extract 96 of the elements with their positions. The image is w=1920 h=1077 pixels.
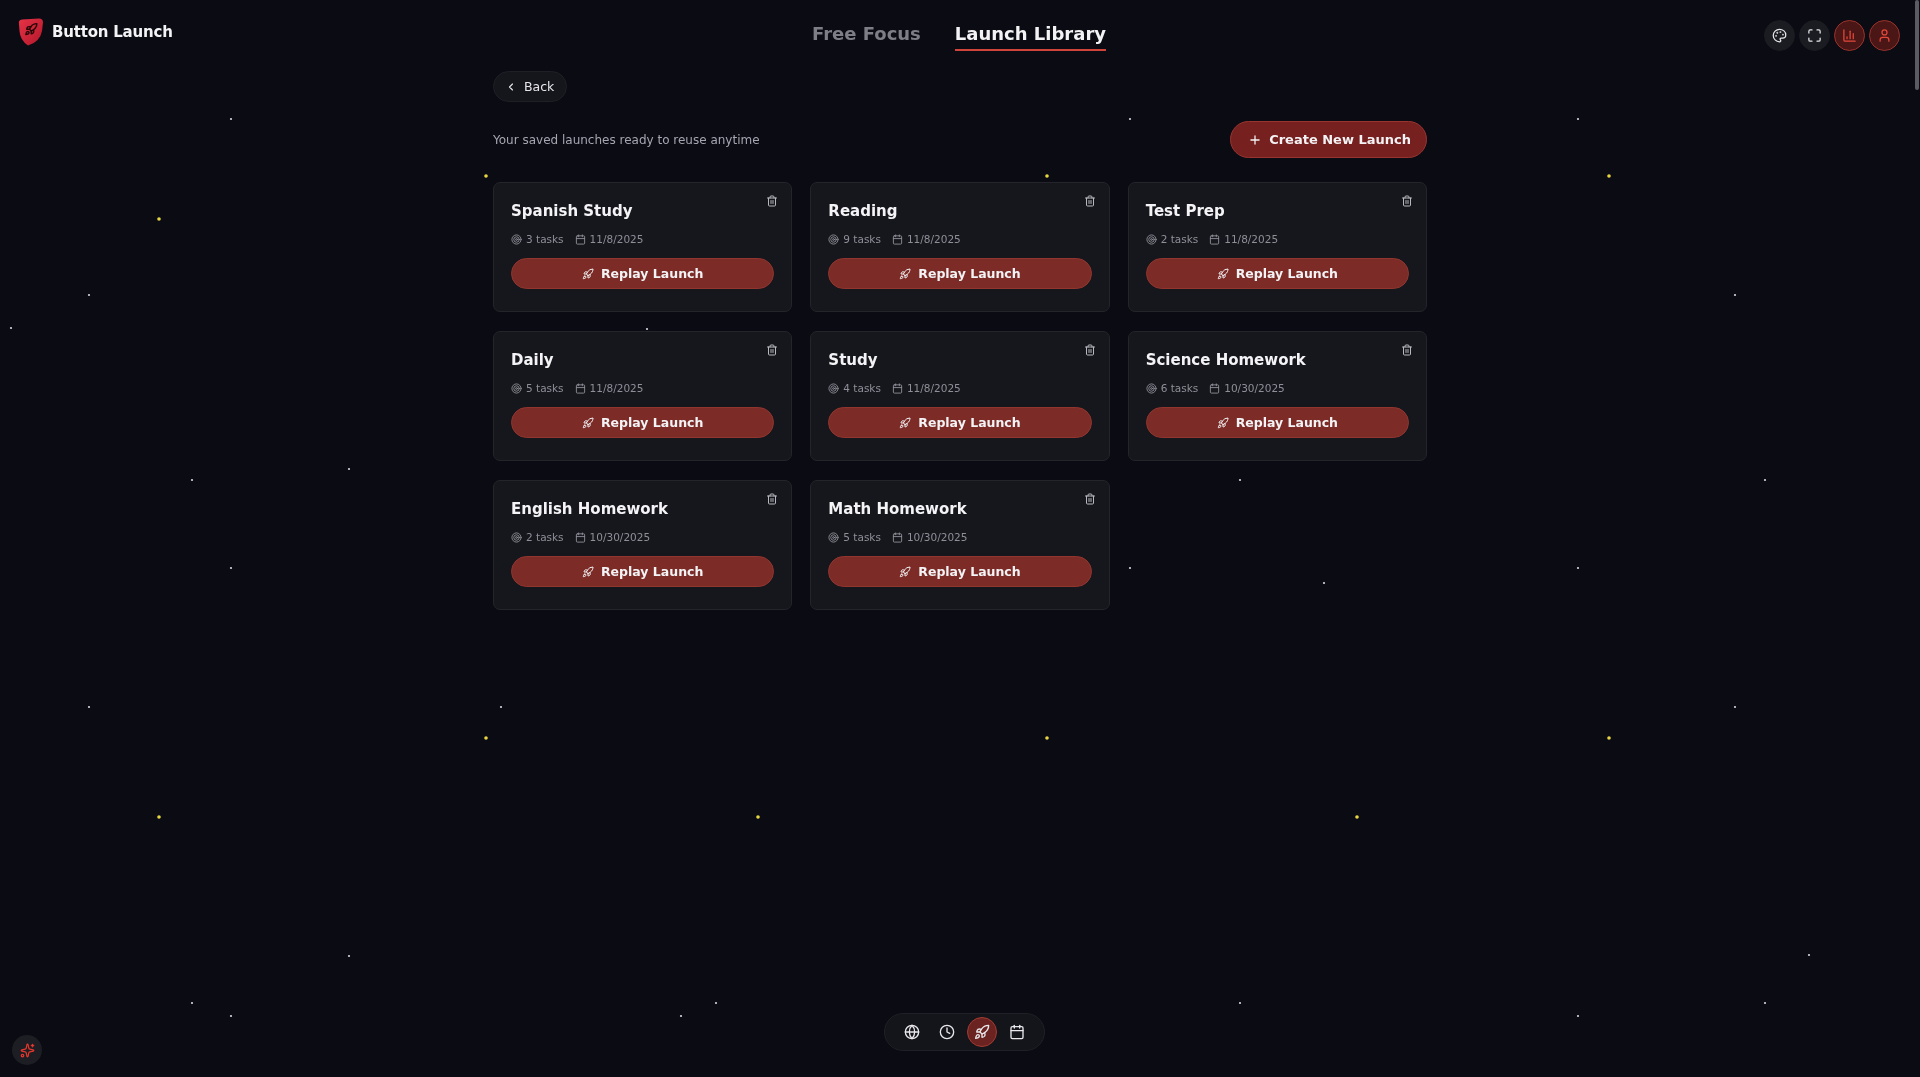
fullscreen-button[interactable] [1799,19,1830,51]
sparkle-icon [19,1042,35,1058]
target-icon [828,531,840,543]
launch-date: 11/8/2025 [589,233,644,245]
launch-title: Daily [511,351,554,369]
clock-icon [939,1024,955,1040]
delete-button[interactable] [1401,344,1413,356]
task-count: 5 tasks [843,531,881,543]
rocket-icon [581,565,594,578]
calendar-icon [574,233,586,245]
target-icon [511,531,522,543]
target-icon [828,233,840,245]
globe-icon [904,1024,920,1040]
replay-launch-button[interactable]: Replay Launch [511,556,775,587]
trash-icon [1083,493,1096,505]
calendar-icon [891,233,903,245]
launch-title: Test Prep [1145,202,1225,220]
delete-button[interactable] [1083,344,1096,356]
launch-title: Study [828,351,878,369]
trash-icon [1401,344,1413,356]
rocket-icon [899,565,912,578]
delete-button[interactable] [1401,195,1413,207]
calendar-icon [891,382,903,394]
task-count: 2 tasks [1160,233,1199,245]
calendar-icon [574,531,586,543]
launch-date: 10/30/2025 [906,531,968,543]
task-count: 5 tasks [526,382,564,394]
profile-button[interactable] [1869,19,1900,51]
target-icon [828,382,840,394]
delete-button[interactable] [766,493,779,505]
target-icon [1145,233,1157,245]
task-count: 4 tasks [843,382,881,394]
subtitle: Your saved launches ready to reuse anytime [493,132,760,147]
trash-icon [766,195,779,207]
task-count: 2 tasks [526,531,564,543]
dock-button[interactable] [967,1017,997,1047]
task-count: 3 tasks [526,233,564,245]
target-icon [511,233,522,245]
delete-button[interactable] [766,344,779,356]
launch-date: 11/8/2025 [906,382,961,394]
replay-launch-button[interactable]: Replay Launch [511,258,775,289]
replay-launch-button[interactable]: Replay Launch [828,556,1092,587]
calendar-icon [1209,382,1221,394]
launch-title: Spanish Study [511,202,633,220]
launch-date: 10/30/2025 [1224,382,1285,394]
trash-icon [1083,344,1096,356]
replay-launch-button[interactable]: Replay Launch [511,407,775,438]
rocket-icon [581,416,594,429]
rocket-icon [1216,416,1229,429]
delete-button[interactable] [766,195,779,207]
task-count: 9 tasks [843,233,881,245]
rocket-logo-icon [18,18,44,46]
delete-button[interactable] [1083,195,1096,207]
calendar-icon [574,382,586,394]
theme-button[interactable] [1764,19,1795,51]
task-count: 6 tasks [1160,382,1199,394]
scrollbar-thumb[interactable] [1915,0,1919,90]
trash-icon [1401,195,1413,207]
delete-button[interactable] [1083,493,1096,505]
calendar-icon [891,531,903,543]
trash-icon [1083,195,1096,207]
launch-date: 10/30/2025 [589,531,651,543]
rocket-icon [581,267,594,280]
launch-title: Reading [828,202,898,220]
fullscreen-icon [1807,27,1822,43]
nav-tab[interactable]: Free Focus [812,19,921,51]
calendar-icon [1209,233,1221,245]
calendar-icon [1009,1024,1025,1040]
trash-icon [766,344,779,356]
create-launch-button[interactable]: Create New Launch [1230,121,1427,158]
sparkle-button[interactable] [12,1035,42,1065]
rocket-icon [974,1024,990,1040]
plus-icon [1248,132,1263,147]
launch-title: Science Homework [1145,351,1306,369]
rocket-icon [1216,267,1229,280]
replay-launch-button[interactable]: Replay Launch [828,407,1092,438]
bar-chart-icon [1842,27,1857,43]
launch-title: English Homework [511,500,668,518]
stats-button[interactable] [1834,19,1865,51]
trash-icon [766,493,779,505]
launch-date: 11/8/2025 [589,382,644,394]
rocket-icon [899,267,912,280]
app-name: Button Launch [52,23,173,41]
target-icon [511,382,522,394]
user-icon [1877,27,1892,43]
replay-launch-button[interactable]: Replay Launch [828,258,1092,289]
rocket-icon [899,416,912,429]
palette-icon [1772,27,1787,43]
target-icon [1145,382,1157,394]
replay-launch-button[interactable]: Replay Launch [1145,258,1409,289]
launch-date: 11/8/2025 [906,233,961,245]
back-button[interactable]: Back [493,71,568,102]
launch-date: 11/8/2025 [1224,233,1279,245]
launch-title: Math Homework [828,500,967,518]
nav-tab[interactable]: Launch Library [954,19,1106,51]
replay-launch-button[interactable]: Replay Launch [1145,407,1409,438]
